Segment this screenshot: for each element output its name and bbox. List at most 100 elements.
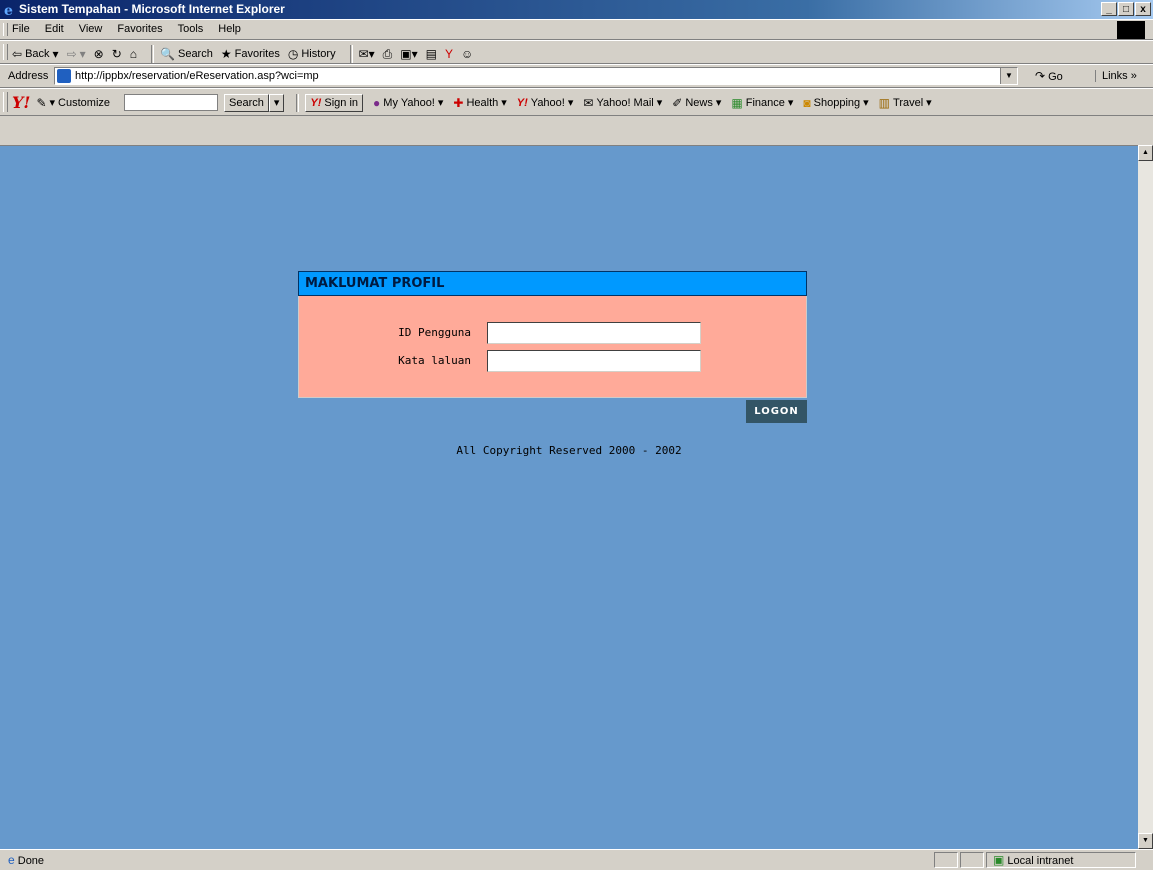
search-icon: 🔍 (160, 47, 175, 61)
profile-form: MAKLUMAT PROFIL ID Pengguna Kata laluan (298, 271, 807, 398)
home-icon[interactable]: ⌂ (130, 48, 137, 60)
user-id-label: ID Pengguna (398, 326, 471, 339)
back-label: Back (25, 48, 50, 60)
toolbar-separator (151, 45, 155, 63)
history-icon: ◷ (287, 47, 299, 61)
sign-in-button[interactable]: Y! Sign in (305, 93, 364, 112)
refresh-icon[interactable]: ↻ (112, 48, 122, 60)
sign-in-label: Sign in (324, 96, 359, 109)
toolbar-separator (349, 45, 353, 63)
finance-label: Finance (745, 96, 785, 109)
ie-page-icon: e (8, 853, 15, 867)
my-yahoo-label: My Yahoo! (383, 96, 435, 109)
travel-icon: ▥ (878, 95, 891, 110)
news-link[interactable]: ✐ News ▾ (672, 95, 721, 110)
toolbar-grip (3, 23, 8, 36)
yahoo-messenger-icon[interactable]: Y (445, 48, 453, 60)
edit-icon[interactable]: ▣▾ (400, 48, 417, 60)
intranet-icon: ▣ (993, 853, 1005, 867)
address-label: Address (8, 70, 49, 82)
back-arrow-icon: ⇦ (12, 47, 23, 61)
window-titlebar: e Sistem Tempahan - Microsoft Internet E… (0, 0, 1153, 19)
history-button[interactable]: ◷ History (288, 48, 336, 60)
links-label: Links (1102, 70, 1128, 82)
yahoo-toolbar: Y! ✎ ▾ Customize Search ▾ Y! Sign in ● My… (0, 88, 1153, 116)
address-url: http://ippbx/reservation/eReservation.as… (75, 70, 319, 82)
yahoo-search-dropdown[interactable]: ▾ (268, 93, 285, 112)
menu-tools[interactable]: Tools (178, 23, 204, 35)
favorites-label: Favorites (234, 48, 280, 60)
menu-edit[interactable]: Edit (45, 23, 64, 35)
dropdown-arrow-icon: ▾ (79, 47, 86, 61)
mail-icon[interactable]: ✉▾ (359, 48, 375, 60)
yahoo-search-input[interactable] (124, 94, 219, 111)
health-link[interactable]: ✚ Health ▾ (453, 95, 506, 110)
favorites-button[interactable]: ★ Favorites (221, 48, 280, 60)
dropdown-arrow-icon: ▾ (52, 47, 59, 61)
yahoo-mail-link[interactable]: ✉ Yahoo! Mail ▾ (583, 95, 662, 110)
yahoo-search-button[interactable]: Search (224, 93, 269, 112)
scroll-up-icon[interactable]: ▲ (1138, 145, 1153, 161)
svg-text:e: e (4, 3, 13, 17)
shopping-bag-icon: ◙ (803, 95, 811, 110)
back-button[interactable]: ⇦ Back ▾ (12, 48, 59, 60)
go-button[interactable]: ↷ Go (1035, 70, 1063, 83)
stop-icon[interactable]: ⊗ (94, 48, 104, 60)
menu-view[interactable]: View (79, 23, 103, 35)
forward-button[interactable]: ⇨ ▾ (67, 48, 86, 60)
customize-button[interactable]: ✎ ▾ Customize (36, 95, 111, 110)
menu-help[interactable]: Help (218, 23, 241, 35)
messenger-icon[interactable]: ☺ (461, 48, 473, 60)
menu-favorites[interactable]: Favorites (117, 23, 162, 35)
travel-link[interactable]: ▥ Travel ▾ (878, 95, 932, 110)
address-dropdown-icon[interactable]: ▼ (1000, 68, 1017, 84)
my-yahoo-icon: ● (373, 95, 381, 110)
pencil-icon: ✎ (36, 95, 47, 110)
my-yahoo-link[interactable]: ● My Yahoo! ▾ (373, 95, 443, 110)
search-button[interactable]: 🔍 Search (160, 48, 213, 60)
go-label: Go (1048, 71, 1063, 83)
status-text: e Done (8, 854, 44, 867)
maximize-button[interactable]: □ (1118, 2, 1134, 16)
print-icon[interactable]: ⎙ (383, 48, 393, 60)
logon-button[interactable]: LOGON (746, 400, 807, 423)
close-button[interactable]: x (1135, 2, 1151, 16)
finance-link[interactable]: ▦ Finance ▾ (731, 96, 793, 110)
password-input[interactable] (487, 350, 701, 372)
search-label: Search (177, 48, 213, 60)
customize-label: Customize (58, 96, 111, 109)
forward-arrow-icon: ⇨ (66, 47, 77, 61)
mail-envelope-icon: ✉ (583, 95, 594, 110)
yahoo-logo-icon[interactable]: Y! (12, 93, 30, 112)
page-icon (57, 69, 71, 83)
address-input[interactable]: http://ippbx/reservation/eReservation.as… (54, 67, 1018, 85)
copyright-text: All Copyright Reserved 2000 - 2002 (456, 444, 682, 457)
health-icon: ✚ (453, 95, 464, 110)
shopping-link[interactable]: ◙ Shopping ▾ (803, 95, 868, 110)
menu-bar: File Edit View Favorites Tools Help (0, 19, 1153, 40)
links-button[interactable]: Links » (1095, 70, 1137, 82)
discuss-icon[interactable]: ▤ (426, 48, 437, 60)
password-label: Kata laluan (398, 354, 471, 367)
address-bar: Address http://ippbx/reservation/eReserv… (0, 64, 1153, 88)
user-id-input[interactable] (487, 322, 701, 344)
news-icon: ✐ (672, 95, 683, 110)
vertical-scrollbar[interactable]: ▲ ▼ (1138, 145, 1153, 849)
window-title: Sistem Tempahan - Microsoft Internet Exp… (19, 2, 285, 16)
status-bar: e Done ▣ Local intranet (0, 849, 1153, 870)
minimize-button[interactable]: _ (1101, 2, 1117, 16)
standard-toolbar: ⇦ Back ▾ ⇨ ▾ ⊗ ↻ ⌂ 🔍 Search ★ Favorites … (0, 40, 1153, 64)
favorites-icon: ★ (220, 47, 232, 61)
scroll-down-icon[interactable]: ▼ (1138, 833, 1153, 849)
news-label: News (685, 96, 713, 109)
page-content: All Copyright Reserved 2000 - 2002 (0, 145, 1138, 850)
yahoo-link[interactable]: Y! Yahoo! ▾ (516, 96, 574, 110)
yahoo-small-icon: Y! (310, 96, 322, 109)
yahoo-small-icon: Y! (516, 96, 528, 109)
menu-file[interactable]: File (12, 23, 30, 35)
travel-label: Travel (893, 96, 924, 109)
yahoo-label: Yahoo! (530, 96, 565, 109)
shopping-label: Shopping (813, 96, 861, 109)
go-arrow-icon: ↷ (1035, 69, 1046, 83)
zone-label: Local intranet (1007, 855, 1074, 867)
